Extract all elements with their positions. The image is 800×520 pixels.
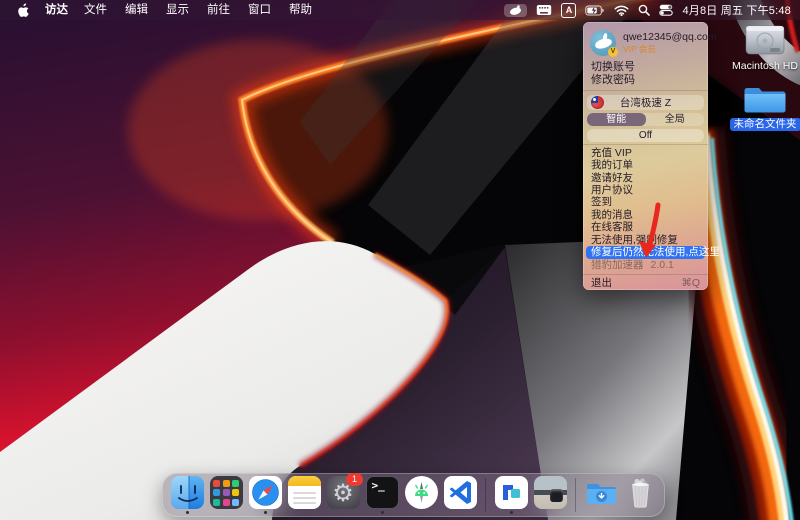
menu-item-online-support[interactable]: 在线客服: [583, 221, 708, 233]
dock-finder[interactable]: [170, 476, 204, 514]
desktop-label-untitled-folder: 未命名文件夹: [730, 118, 800, 131]
dock-trash[interactable]: [623, 476, 657, 514]
dock-system-settings[interactable]: 1 ⚙: [326, 476, 360, 514]
menu-item-invite-friends[interactable]: 邀请好友: [583, 172, 708, 184]
vip-avatar-badge: V: [608, 47, 618, 57]
separator: [583, 144, 708, 145]
menu-bar: 访达 文件 编辑 显示 前往 窗口 帮助 A: [0, 0, 800, 20]
desktop-icon-macintosh-hd[interactable]: Macintosh HD: [727, 22, 800, 73]
menu-item-quit[interactable]: 退出 ⌘Q: [583, 277, 708, 290]
menu-window[interactable]: 窗口: [239, 0, 280, 20]
menu-help[interactable]: 帮助: [280, 0, 321, 20]
running-indicator: [264, 511, 267, 514]
mode-global[interactable]: 全局: [646, 113, 705, 126]
menu-edit[interactable]: 编辑: [116, 0, 157, 20]
menu-item-still-broken-highlighted[interactable]: 修复后仍然无法使用,点这里: [586, 246, 705, 259]
server-selector[interactable]: 台湾极速 Z: [587, 95, 704, 110]
running-indicator: [381, 511, 384, 514]
running-indicator: [510, 511, 513, 514]
avatar: V: [590, 30, 616, 56]
menu-item-recharge-vip[interactable]: 充值 VIP: [583, 147, 708, 159]
android-studio-icon: [405, 476, 438, 509]
search-icon[interactable]: [638, 4, 650, 16]
quit-label: 退出: [591, 277, 612, 290]
mode-smart[interactable]: 智能: [587, 113, 646, 126]
notes-icon: [288, 476, 321, 509]
keyboard-icon: [536, 4, 552, 16]
apple-logo-icon: [17, 3, 30, 18]
dock-terminal[interactable]: >_: [365, 476, 399, 514]
menu-item-switch-account[interactable]: 切换账号: [583, 61, 708, 75]
menu-item-force-repair[interactable]: 无法使用,强制修复: [583, 234, 708, 246]
downloads-folder-icon: [585, 476, 618, 509]
menu-item-my-orders[interactable]: 我的订单: [583, 159, 708, 171]
vpn-tray-icon[interactable]: [504, 4, 527, 17]
toggles-glyph: [659, 4, 673, 16]
wifi-icon[interactable]: [614, 5, 629, 16]
menu-bar-status: A: [504, 2, 800, 18]
app-version-row: 猎豹加速器 2.0.1: [583, 259, 708, 272]
input-abc-icon[interactable]: A: [561, 3, 576, 18]
wifi-glyph: [614, 5, 629, 16]
power-toggle-button[interactable]: Off: [587, 129, 704, 142]
folder-icon: [743, 80, 787, 116]
menu-item-check-in[interactable]: 签到: [583, 196, 708, 208]
dock: 1 ⚙ >_: [162, 473, 665, 517]
dock-photo-preview[interactable]: [533, 476, 567, 514]
dock-vscode[interactable]: [443, 476, 477, 514]
photo-preview-icon: [534, 476, 567, 509]
menu-item-user-agreement[interactable]: 用户协议: [583, 184, 708, 196]
menu-bar-left: 访达 文件 编辑 显示 前往 窗口 帮助: [0, 0, 321, 20]
menu-item-my-messages[interactable]: 我的消息: [583, 209, 708, 221]
account-row[interactable]: V qwe12345@qq.com VIP 会员: [583, 26, 708, 61]
launchpad-icon: [210, 476, 243, 509]
server-name: 台湾极速 Z: [620, 95, 671, 110]
desktop-icon-untitled-folder[interactable]: 未命名文件夹: [727, 80, 800, 131]
dock-launchpad[interactable]: [209, 476, 243, 514]
apple-menu[interactable]: [10, 3, 36, 18]
hard-drive-icon: [742, 22, 788, 58]
dock-downloads-folder[interactable]: [584, 476, 618, 514]
control-center-icon[interactable]: [659, 4, 673, 16]
menu-go[interactable]: 前往: [198, 0, 239, 20]
app-name: 猎豹加速器: [591, 259, 644, 272]
running-indicator: [186, 511, 189, 514]
taiwan-flag-icon: [591, 96, 604, 109]
notification-badge: 1: [346, 473, 363, 486]
menu-app-name[interactable]: 访达: [36, 0, 75, 20]
account-email: qwe12345@qq.com: [623, 31, 717, 44]
account-texts: qwe12345@qq.com VIP 会员: [623, 31, 717, 55]
battery-glyph: [585, 5, 605, 16]
vpn-blob-icon: [508, 5, 523, 16]
vip-badge: VIP 会员: [623, 44, 717, 55]
vpn-dropdown-menu: V qwe12345@qq.com VIP 会员 切换账号 修改密码 台湾极速 …: [583, 22, 708, 290]
terminal-icon: >_: [366, 476, 399, 509]
dock-safari[interactable]: [248, 476, 282, 514]
safari-icon: [249, 476, 282, 509]
dock-blue-arrows-app[interactable]: [494, 476, 528, 514]
dock-separator: [485, 478, 486, 512]
mode-segmented-control: 智能 全局: [587, 113, 704, 126]
menu-file[interactable]: 文件: [75, 0, 116, 20]
finder-icon: [171, 476, 204, 509]
input-source-icon[interactable]: [536, 4, 552, 16]
dock-notes[interactable]: [287, 476, 321, 514]
menu-view[interactable]: 显示: [157, 0, 198, 20]
photo-object: [550, 489, 563, 502]
trash-full-icon: [624, 476, 657, 509]
dock-android-studio[interactable]: [404, 476, 438, 514]
separator: [583, 90, 708, 91]
blue-arrows-app-icon: [495, 476, 528, 509]
dock-separator: [575, 478, 576, 512]
quit-shortcut: ⌘Q: [681, 277, 700, 290]
menu-item-change-password[interactable]: 修改密码: [583, 74, 708, 88]
vscode-icon: [444, 476, 477, 509]
app-version: 2.0.1: [651, 259, 674, 272]
separator: [583, 274, 708, 275]
desktop-label-macintosh-hd: Macintosh HD: [732, 60, 798, 73]
magnifier-glyph: [638, 4, 650, 16]
menu-bar-clock[interactable]: 4月8日 周五 下午5:48: [682, 2, 791, 18]
battery-icon[interactable]: [585, 5, 605, 16]
